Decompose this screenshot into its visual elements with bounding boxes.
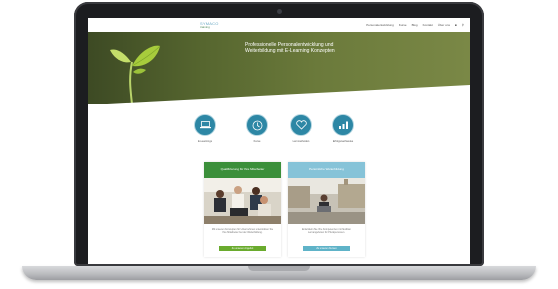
card-qualifizierung: Qualifizierung für Ihre Mitarbeiter Mit … bbox=[204, 162, 281, 257]
menu-item-blog[interactable]: Blog bbox=[412, 23, 418, 27]
feature-erfolgsnachweise[interactable]: Erfolgsnachweise bbox=[326, 114, 360, 143]
feature-label: Lernmethoden bbox=[292, 140, 310, 143]
site-header: SYMACO training Personalentwicklung Kurs… bbox=[88, 18, 470, 33]
hero-banner: Professionelle Personalentwicklung und W… bbox=[88, 32, 470, 104]
feature-icons: E-Learnings Kurse Lernmethoden Erfolgsna… bbox=[88, 114, 470, 148]
feature-lernmethoden[interactable]: Lernmethoden bbox=[284, 114, 318, 143]
card-title: Persönliche Weiterbildung bbox=[288, 162, 365, 178]
card-weiterbildung: Persönliche Weiterbildung Entwickeln Sie… bbox=[288, 162, 365, 257]
card-title: Qualifizierung für Ihre Mitarbeiter bbox=[204, 162, 281, 178]
main-menu: Personalentwicklung Kurse Blog Kontakt Ü… bbox=[366, 23, 464, 27]
chart-icon bbox=[332, 114, 354, 136]
laptop-base bbox=[22, 266, 536, 280]
menu-item-kurse[interactable]: Kurse bbox=[399, 23, 407, 27]
feature-label: E-Learnings bbox=[198, 140, 212, 143]
city-photo bbox=[288, 178, 365, 224]
menu-item-ueber-uns[interactable]: Über uns bbox=[438, 23, 450, 27]
card-cta-button[interactable]: Zu unseren Angebot bbox=[219, 246, 266, 251]
card-cta-button[interactable]: Zu unseren Kursen bbox=[303, 246, 350, 251]
site-logo[interactable]: SYMACO training bbox=[200, 21, 219, 29]
logo-subtext: training bbox=[200, 24, 210, 29]
clock-icon bbox=[246, 114, 268, 136]
feature-kurse[interactable]: Kurse bbox=[240, 114, 274, 143]
laptop-icon bbox=[194, 114, 216, 136]
team-photo bbox=[204, 178, 281, 224]
search-icon[interactable]: ⚲ bbox=[462, 23, 464, 27]
camera bbox=[277, 9, 282, 14]
feature-label: Kurse bbox=[253, 140, 261, 143]
menu-item-kontakt[interactable]: Kontakt bbox=[423, 23, 433, 27]
feature-elearning[interactable]: E-Learnings bbox=[188, 114, 222, 143]
heart-icon bbox=[290, 114, 312, 136]
cart-icon[interactable]: ■ bbox=[455, 23, 457, 27]
card-description: Mit unseren Konzepten für Unternehmen un… bbox=[211, 228, 274, 234]
laptop-lid: SYMACO training Personalentwicklung Kurs… bbox=[74, 2, 484, 266]
menu-item-personalentwicklung[interactable]: Personalentwicklung bbox=[366, 23, 394, 27]
laptop-screen: SYMACO training Personalentwicklung Kurs… bbox=[88, 18, 470, 264]
hero-headline: Professionelle Personalentwicklung und W… bbox=[245, 42, 335, 54]
card-description: Entwickeln Sie Ihre Kompetenzen mit flex… bbox=[301, 228, 352, 234]
laptop-notch bbox=[248, 266, 310, 271]
hero-slant bbox=[107, 85, 470, 104]
feature-label: Erfolgsnachweise bbox=[332, 140, 354, 143]
laptop-frame: SYMACO training Personalentwicklung Kurs… bbox=[22, 2, 536, 288]
